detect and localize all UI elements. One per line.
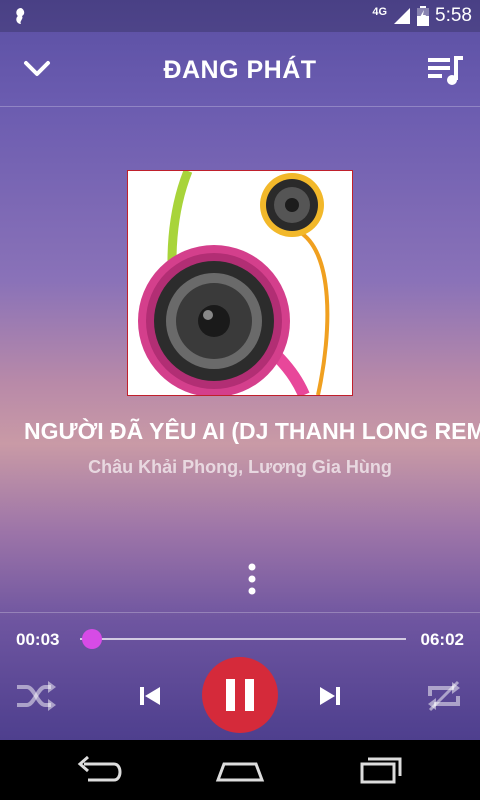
seek-bar[interactable] — [80, 628, 406, 650]
playlist-icon — [428, 56, 463, 85]
elapsed-time: 00:03 — [16, 630, 60, 649]
recents-icon — [360, 757, 402, 784]
repeat-off-icon — [428, 680, 460, 712]
album-art — [127, 170, 353, 396]
shuffle-icon — [17, 681, 56, 711]
pause-icon — [226, 679, 254, 711]
previous-button[interactable] — [134, 680, 166, 712]
song-title: NGƯỜI ĐÃ YÊU AI (DJ THANH LONG REMIX) — [24, 418, 480, 444]
seek-track — [80, 638, 406, 640]
network-type: 4G — [372, 6, 388, 18]
nav-home-button[interactable] — [210, 752, 270, 788]
clock: 5:58 — [435, 5, 472, 26]
total-time: 06:02 — [420, 630, 464, 649]
speaker-artwork — [128, 171, 352, 395]
home-icon — [215, 762, 265, 782]
next-button[interactable] — [314, 680, 346, 712]
now-playing-screen: 4G 5:58 ĐANG PHÁT NGƯỜI ĐÃ YÊU AI (DJ TH… — [0, 0, 480, 740]
nav-back-button[interactable] — [70, 752, 130, 788]
repeat-button[interactable] — [424, 678, 464, 714]
nav-recents-button[interactable] — [350, 752, 410, 788]
artist-name: Châu Khải Phong, Lương Gia Hùng — [88, 457, 392, 477]
skip-next-icon — [320, 687, 340, 705]
status-bar: 4G 5:58 — [0, 0, 480, 32]
queue-button[interactable] — [426, 52, 466, 88]
app-bar: ĐANG PHÁT — [0, 32, 480, 107]
divider — [0, 612, 480, 613]
shuffle-button[interactable] — [14, 678, 58, 714]
status-icons: 4G 5:58 — [372, 5, 472, 27]
more-options-button[interactable] — [240, 562, 264, 596]
skip-previous-icon — [140, 687, 160, 705]
more-vert-icon — [248, 563, 256, 595]
page-title: ĐANG PHÁT — [163, 56, 317, 84]
seek-thumb[interactable] — [82, 629, 103, 649]
notification-icon — [16, 8, 25, 24]
battery-icon — [417, 6, 430, 26]
pause-button[interactable] — [202, 657, 278, 733]
signal-icon — [394, 8, 411, 24]
back-arrow-icon — [77, 755, 122, 782]
system-navigation-bar — [0, 740, 480, 800]
